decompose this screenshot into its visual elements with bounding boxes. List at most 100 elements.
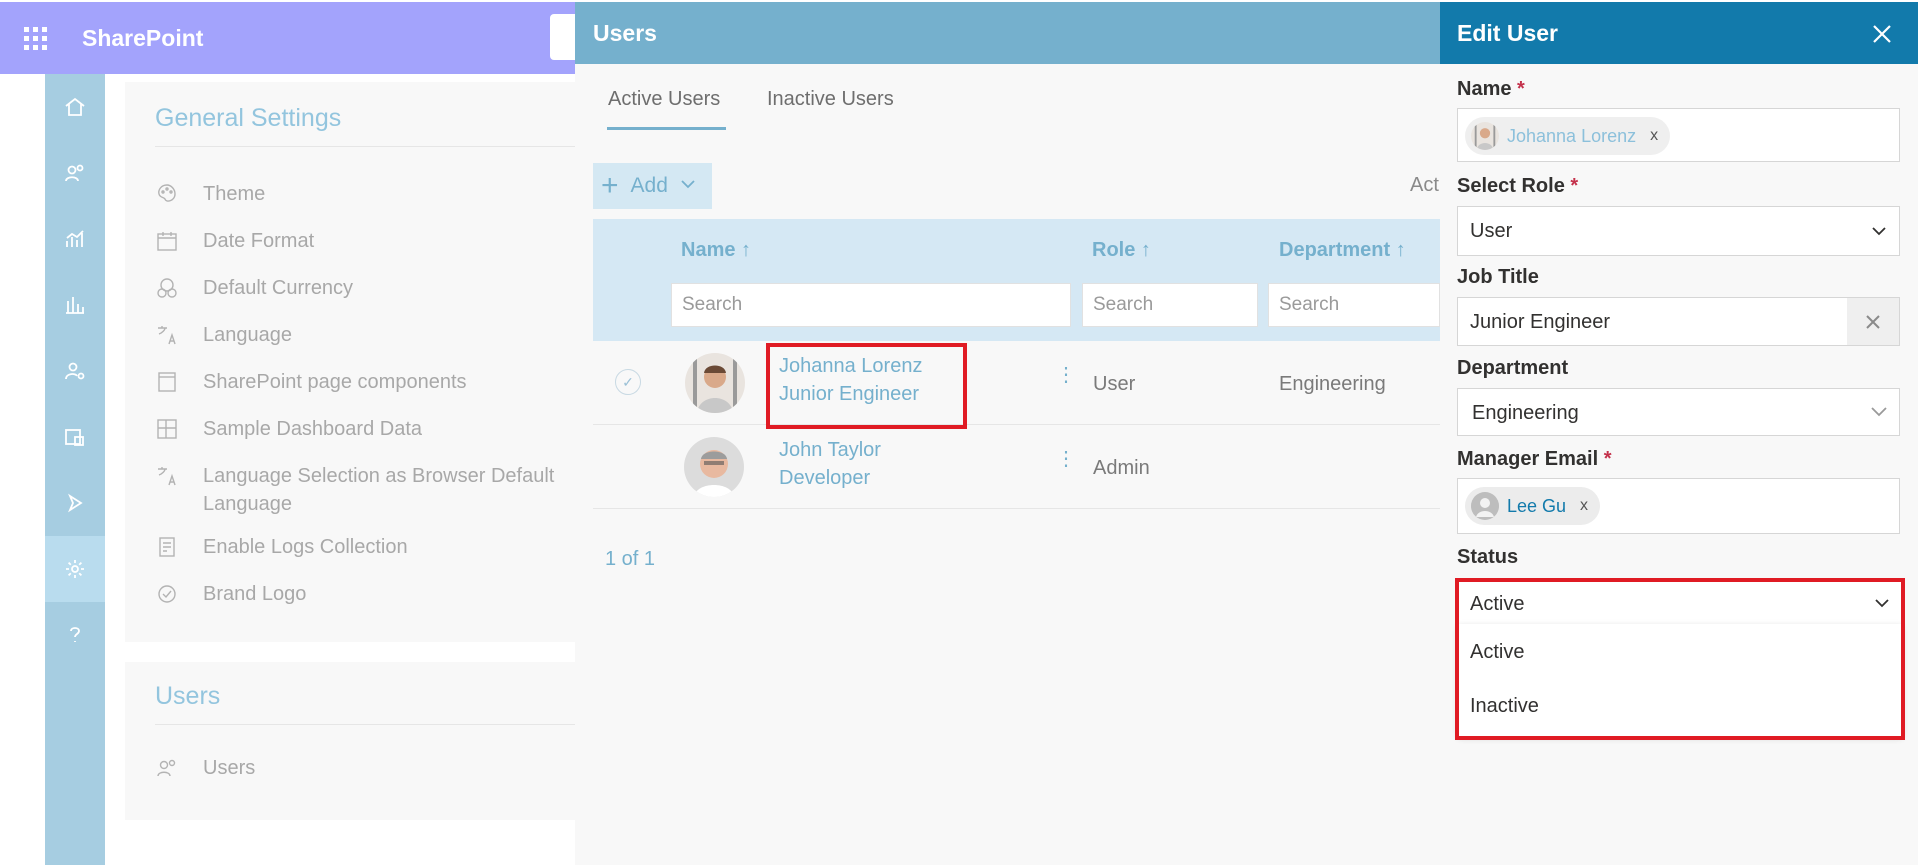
role-dropdown[interactable]: User: [1457, 206, 1900, 256]
close-icon[interactable]: [1870, 22, 1894, 46]
home-icon[interactable]: [45, 74, 105, 140]
translate-icon: [158, 326, 176, 345]
settings-item-label: Enable Logs Collection: [203, 536, 408, 558]
general-settings-card: General Settings Theme Date Format Defau…: [125, 82, 595, 642]
job-title-input[interactable]: Junior Engineer: [1457, 297, 1900, 346]
manager-people-picker[interactable]: Lee Gu x: [1457, 478, 1900, 534]
users-icon: [157, 759, 176, 777]
role-dropdown-value: User: [1470, 220, 1513, 242]
settings-item-label: Users: [203, 757, 256, 779]
edit-user-header: Edit User: [1440, 2, 1918, 64]
users-icon[interactable]: [45, 140, 105, 206]
app-launcher-icon[interactable]: [0, 2, 70, 74]
edit-user-title: Edit User: [1457, 20, 1558, 46]
more-options-icon[interactable]: ⋮: [1056, 365, 1076, 385]
tab-inactive-users[interactable]: Inactive Users: [767, 88, 894, 111]
column-header-role[interactable]: Role ↑: [1092, 239, 1151, 262]
column-header-name[interactable]: Name ↑: [681, 239, 751, 262]
column-header-department[interactable]: Department ↑: [1279, 239, 1406, 262]
settings-item-label: Date Format: [203, 230, 315, 252]
name-label-text: Name: [1457, 78, 1512, 100]
chevron-down-icon: [1871, 223, 1887, 239]
name-search-input[interactable]: Search: [671, 283, 1071, 327]
avatar: [1471, 492, 1499, 520]
palette-icon: [158, 184, 176, 202]
settings-item-users[interactable]: Users: [155, 754, 255, 782]
required-mark: *: [1603, 448, 1612, 470]
edit-user-panel: Edit User Name * Johanna Lorenz x Select…: [1440, 2, 1918, 865]
translate-icon: [158, 467, 176, 486]
settings-item-sample-dashboard[interactable]: Sample Dashboard Data: [155, 415, 422, 443]
settings-item-logs-collection[interactable]: Enable Logs Collection: [155, 533, 408, 561]
users-settings-card: Users Users: [125, 662, 595, 820]
manager-email-label-text: Manager Email: [1457, 448, 1599, 470]
settings-item-default-currency[interactable]: Default Currency: [155, 274, 353, 302]
role-search-input[interactable]: Search: [1082, 283, 1258, 327]
more-options-icon[interactable]: ⋮: [1056, 449, 1076, 469]
settings-gear-icon[interactable]: [45, 536, 105, 602]
table-row[interactable]: ✓ Johanna Lorenz Junior Engineer ⋮ User …: [593, 341, 1440, 425]
help-icon[interactable]: [45, 602, 105, 668]
row-select-checkmark-icon[interactable]: ✓: [615, 369, 641, 395]
tab-active-users[interactable]: Active Users: [608, 88, 720, 111]
settings-item-label: SharePoint page components: [203, 371, 467, 393]
users-panel: Users Active Users Inactive Users + Add …: [575, 2, 1440, 865]
department-label: Department: [1457, 357, 1569, 379]
settings-item-browser-language[interactable]: Language Selection as Browser Default La…: [155, 462, 575, 518]
users-panel-header: Users: [575, 2, 1440, 64]
users-section-title: Users: [155, 682, 221, 710]
settings-item-label: Language: [203, 324, 292, 346]
divider: [155, 724, 595, 725]
manager-email-label: Manager Email *: [1457, 448, 1612, 471]
plus-icon: +: [601, 169, 619, 202]
settings-item-theme[interactable]: Theme: [155, 180, 265, 208]
truncated-label: Act: [1410, 174, 1439, 196]
logs-icon: [159, 537, 175, 557]
left-nav-rail: [45, 74, 105, 865]
settings-item-label: Language Selection as Browser Default La…: [203, 465, 555, 515]
user-name-link[interactable]: John Taylor: [779, 439, 881, 462]
highlight-box-status: [1455, 578, 1905, 740]
avatar: [684, 437, 744, 497]
app-name[interactable]: SharePoint: [82, 25, 203, 52]
user-role: Admin: [1093, 457, 1150, 479]
badge-icon: [158, 585, 176, 603]
user-job-title: Developer: [779, 467, 871, 489]
user-department: Engineering: [1279, 373, 1386, 395]
remove-person-icon[interactable]: x: [1580, 497, 1588, 515]
clear-icon[interactable]: [1847, 298, 1899, 345]
settings-item-label: Theme: [203, 183, 266, 205]
settings-item-label: Brand Logo: [203, 583, 307, 605]
department-dropdown[interactable]: Engineering: [1457, 388, 1900, 436]
users-grid-header: Name ↑ Role ↑ Department ↑ Search Search…: [593, 219, 1440, 341]
table-row[interactable]: John Taylor Developer ⋮ Admin: [593, 425, 1440, 509]
status-label: Status: [1457, 546, 1519, 568]
users-panel-title: Users: [593, 20, 657, 46]
department-dropdown-value: Engineering: [1472, 402, 1579, 424]
job-title-value: Junior Engineer: [1470, 311, 1611, 333]
selected-manager-name: Lee Gu: [1507, 495, 1567, 516]
bar-chart-icon[interactable]: [45, 272, 105, 338]
chevron-down-icon: [1871, 404, 1887, 420]
divider: [155, 146, 595, 147]
archive-icon[interactable]: [45, 404, 105, 470]
user-settings-icon[interactable]: [45, 338, 105, 404]
chevron-down-icon: [680, 176, 696, 197]
pagination-label: 1 of 1: [605, 548, 656, 570]
add-button[interactable]: + Add: [593, 163, 712, 209]
analytics-icon[interactable]: [45, 206, 105, 272]
settings-item-language[interactable]: Language: [155, 321, 292, 349]
selected-person-pill: Johanna Lorenz x: [1465, 117, 1671, 155]
page-icon: [158, 372, 176, 392]
department-search-input[interactable]: Search: [1268, 283, 1440, 327]
add-button-label: Add: [630, 174, 668, 197]
job-title-label: Job Title: [1457, 266, 1539, 288]
settings-item-brand-logo[interactable]: Brand Logo: [155, 580, 306, 608]
suite-bar: SharePoint: [0, 2, 576, 74]
play-icon[interactable]: [45, 470, 105, 536]
name-people-picker[interactable]: Johanna Lorenz x: [1457, 108, 1900, 162]
name-label: Name *: [1457, 78, 1525, 101]
settings-item-page-components[interactable]: SharePoint page components: [155, 368, 467, 396]
settings-item-date-format[interactable]: Date Format: [155, 227, 314, 255]
remove-person-icon[interactable]: x: [1650, 127, 1658, 145]
